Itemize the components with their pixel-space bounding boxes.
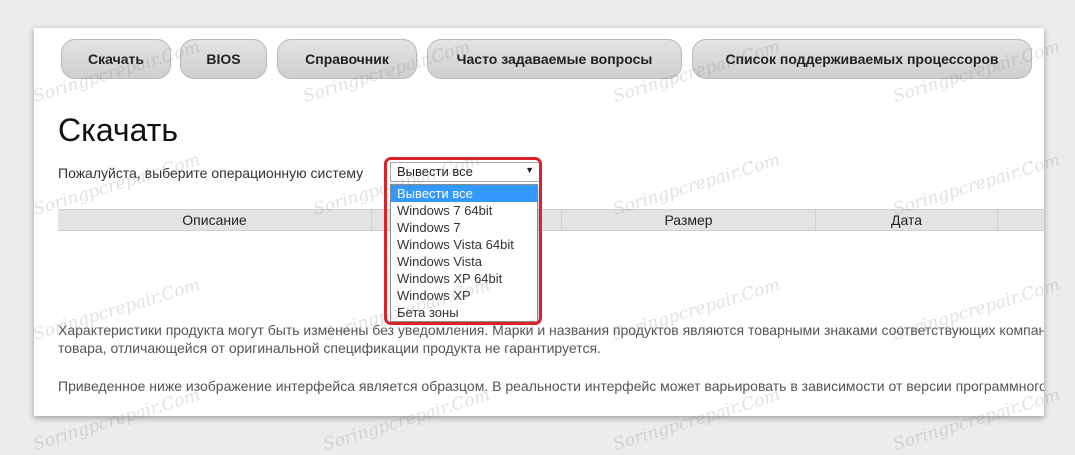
option-all[interactable]: Вывести все (391, 185, 537, 202)
nav-processor-list-button[interactable]: Список поддерживаемых процессоров (692, 39, 1032, 79)
page-title: Скачать (58, 112, 178, 148)
option-win7-64[interactable]: Windows 7 64bit (391, 202, 537, 219)
os-select[interactable]: Вывести все ▼ (390, 162, 540, 182)
top-navigation: Скачать BIOS Справочник Часто задаваемые… (34, 28, 1044, 88)
nav-faq-button[interactable]: Часто задаваемые вопросы (427, 39, 682, 79)
nav-bios-button[interactable]: BIOS (180, 39, 267, 79)
column-date: Дата (816, 210, 998, 230)
option-win7[interactable]: Windows 7 (391, 219, 537, 236)
nav-reference-button[interactable]: Справочник (277, 39, 417, 79)
page-content: Скачать BIOS Справочник Часто задаваемые… (34, 28, 1044, 416)
option-xp[interactable]: Windows XP (391, 287, 537, 304)
nav-download-button[interactable]: Скачать (61, 39, 171, 79)
os-select-label: Пожалуйста, выберите операционную систем… (58, 165, 364, 181)
column-size: Размер (562, 210, 816, 230)
option-beta[interactable]: Бета зоны (391, 304, 537, 321)
option-xp-64[interactable]: Windows XP 64bit (391, 270, 537, 287)
os-select-value: Вывести все (397, 164, 473, 179)
column-description: Описание (58, 210, 372, 230)
interface-note: Приведенное ниже изображение интерфейса … (58, 378, 1044, 394)
dropdown-arrow-icon: ▼ (525, 165, 534, 175)
os-dropdown-list[interactable]: Вывести все Windows 7 64bit Windows 7 Wi… (390, 184, 538, 322)
downloads-table-header: Описание Размер Дата (58, 209, 1044, 231)
disclaimer-line-2: товара, отличающейся от оригинальной спе… (58, 340, 601, 356)
option-vista-64[interactable]: Windows Vista 64bit (391, 236, 537, 253)
disclaimer-line-1: Характеристики продукта могут быть измен… (58, 322, 1044, 338)
option-vista[interactable]: Windows Vista (391, 253, 537, 270)
